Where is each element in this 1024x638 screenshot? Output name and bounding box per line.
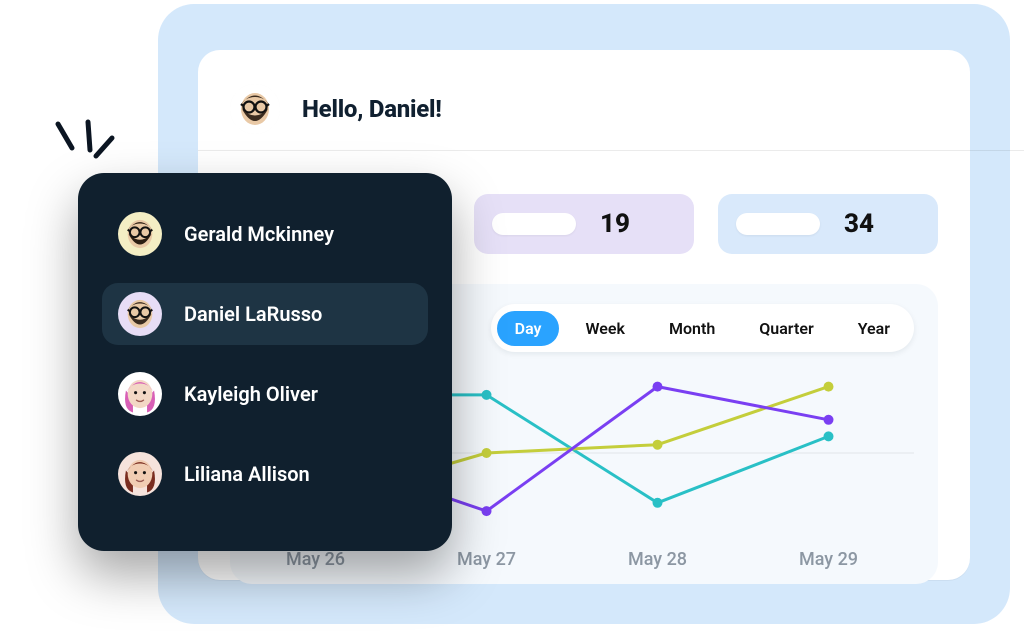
people-picker: Gerald Mckinney Daniel LaRusso Kayleigh … — [78, 173, 452, 551]
x-tick: May 28 — [598, 549, 718, 570]
x-tick: May 27 — [427, 549, 547, 570]
spark-decoration-icon — [40, 114, 120, 194]
person-name: Gerald Mckinney — [184, 222, 334, 246]
person-name: Daniel LaRusso — [184, 302, 322, 326]
stat-value: 34 — [834, 209, 874, 239]
header-divider — [198, 150, 1024, 151]
range-seg-quarter[interactable]: Quarter — [741, 311, 831, 346]
user-avatar[interactable] — [230, 84, 280, 134]
x-tick: May 29 — [769, 549, 889, 570]
stat-card-3[interactable]: 34 — [718, 194, 938, 254]
person-item[interactable]: Gerald Mckinney — [102, 203, 428, 265]
greeting-text: Hello, Daniel! — [302, 95, 442, 123]
person-name: Kayleigh Oliver — [184, 382, 318, 406]
range-seg-day[interactable]: Day — [497, 311, 560, 346]
range-segmented-control[interactable]: DayWeek MonthQuarter Year — [491, 304, 914, 352]
stat-value: 19 — [590, 209, 630, 239]
x-tick: May 26 — [256, 549, 376, 570]
stat-chip — [492, 213, 576, 235]
person-item[interactable]: Kayleigh Oliver — [102, 363, 428, 425]
person-name: Liliana Allison — [184, 462, 310, 486]
range-seg-week[interactable]: Week — [567, 311, 642, 346]
range-seg-month[interactable]: Month — [651, 311, 733, 346]
person-avatar — [118, 452, 162, 496]
person-avatar — [118, 372, 162, 416]
person-avatar — [118, 292, 162, 336]
stat-chip — [736, 213, 820, 235]
range-seg-year[interactable]: Year — [840, 311, 908, 346]
chart-x-axis: May 26 May 27 May 28 May 29 — [230, 549, 914, 570]
stat-card-2[interactable]: 19 — [474, 194, 694, 254]
person-avatar — [118, 212, 162, 256]
person-item[interactable]: Liliana Allison — [102, 443, 428, 505]
person-item[interactable]: Daniel LaRusso — [102, 283, 428, 345]
greeting-header: Hello, Daniel! — [230, 78, 938, 140]
